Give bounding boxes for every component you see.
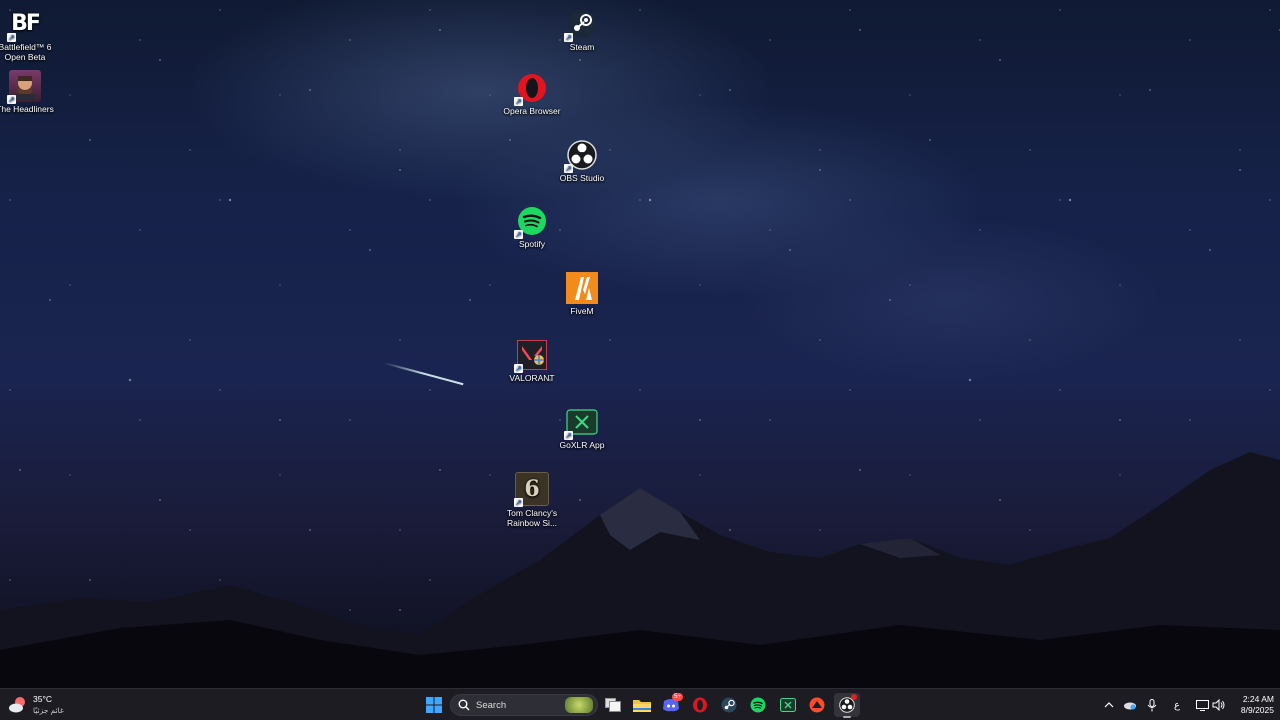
discord-notification-badge: 5+: [672, 693, 683, 701]
taskbar-obs-active[interactable]: [834, 693, 860, 718]
shortcut-arrow-icon: ↗: [514, 498, 523, 507]
taskbar-steam[interactable]: [717, 693, 741, 717]
opera-icon: [693, 697, 707, 713]
taskbar-ea-app[interactable]: [805, 693, 829, 717]
taskbar-spotify[interactable]: [746, 693, 770, 717]
speaker-icon: [1212, 699, 1225, 711]
shortcut-arrow-icon: ↗: [514, 230, 523, 239]
shortcut-arrow-icon: ↗: [564, 164, 573, 173]
clock-date: 8/9/2025: [1240, 705, 1274, 715]
search-placeholder: Search: [476, 699, 507, 711]
desktop: BF ↗ Battlefield™ 6 Open Beta ↗ The Head…: [0, 0, 1280, 688]
shortcut-arrow-icon: ↗: [564, 33, 573, 42]
microphone-icon: [1147, 698, 1157, 711]
tray-onedrive[interactable]: [1121, 693, 1139, 717]
taskbar-search-box[interactable]: Search: [450, 694, 598, 716]
fivem-icon: [566, 272, 598, 304]
shortcut-arrow-icon: ↗: [7, 95, 16, 104]
valorant-icon: ↗: [514, 339, 548, 373]
mountain-range: [0, 452, 1280, 688]
clock-time: 2:24 AM: [1242, 694, 1274, 704]
desktop-icon-label: Steam: [569, 42, 595, 52]
cloud-sync-icon: [1124, 702, 1136, 710]
search-highlight-icon: [565, 697, 593, 713]
desktop-icon-label: VALORANT: [509, 373, 555, 383]
task-view-button[interactable]: [601, 693, 625, 717]
tray-show-hidden-button[interactable]: [1100, 693, 1118, 717]
goxlr-icon: ↗: [564, 406, 598, 440]
desktop-icon-opera[interactable]: ↗ Opera Browser: [497, 72, 567, 116]
desktop-icon-valorant[interactable]: ↗ VALORANT: [497, 339, 567, 383]
shortcut-arrow-icon: ↗: [514, 97, 523, 106]
desktop-icon-label: FiveM: [570, 306, 594, 316]
desktop-icon-label: Battlefield™ 6 Open Beta: [0, 42, 52, 62]
desktop-icon-label: The Headliners: [0, 104, 54, 114]
desktop-icon-fivem[interactable]: FiveM: [547, 272, 617, 316]
weather-description: غائم جزئيًا: [33, 706, 64, 715]
spotify-icon: ↗: [514, 205, 548, 239]
ea-app-icon: [809, 697, 825, 713]
desktop-icon-label: Tom Clancy's Rainbow Si...: [506, 508, 558, 528]
windows-logo-icon: [426, 697, 442, 713]
shortcut-arrow-icon: ↗: [514, 364, 523, 373]
weather-temp: 35°C: [33, 694, 52, 704]
desktop-icon-label: GoXLR App: [559, 440, 605, 450]
folder-icon: [633, 700, 651, 712]
tray-network[interactable]: [1193, 693, 1211, 717]
tray-input-language[interactable]: ع: [1168, 693, 1186, 717]
obs-icon: ↗: [564, 139, 598, 173]
battlefield-icon: BF ↗: [7, 11, 41, 42]
desktop-icon-goxlr[interactable]: ↗ GoXLR App: [547, 406, 617, 450]
taskbar-file-explorer[interactable]: [630, 693, 654, 717]
desktop-icon-steam[interactable]: ↗ Steam: [547, 8, 617, 52]
desktop-icon-battlefield[interactable]: BF ↗ Battlefield™ 6 Open Beta: [0, 8, 60, 63]
weather-widget[interactable]: 35°C غائم جزئيًا: [8, 692, 88, 718]
tray-microphone[interactable]: [1143, 693, 1161, 717]
network-icon: [1195, 699, 1209, 711]
task-view-icon: [605, 698, 621, 712]
shortcut-arrow-icon: ↗: [7, 33, 16, 42]
taskbar-goxlr[interactable]: [776, 693, 800, 717]
tray-clock[interactable]: 2:24 AM 8/9/2025: [1228, 692, 1274, 718]
desktop-icon-label: Opera Browser: [503, 106, 561, 116]
start-button[interactable]: [422, 693, 446, 717]
headliners-icon: ↗: [7, 70, 41, 104]
desktop-icon-spotify[interactable]: ↗ Spotify: [497, 205, 567, 249]
desktop-icon-headliners[interactable]: ↗ The Headliners: [0, 70, 60, 114]
taskbar: 35°C غائم جزئيًا Search 5+ ع 2:24 AM 8/9…: [0, 688, 1280, 720]
steam-icon: [721, 697, 737, 713]
spotify-icon: [750, 697, 766, 713]
taskbar-opera[interactable]: [688, 693, 712, 717]
active-app-underline: [843, 716, 851, 718]
shortcut-arrow-icon: ↗: [564, 431, 573, 440]
tray-volume[interactable]: [1210, 693, 1228, 717]
goxlr-icon: [780, 698, 796, 712]
search-icon: [458, 699, 470, 711]
partly-cloudy-icon: [8, 695, 28, 715]
desktop-icon-label: OBS Studio: [559, 173, 605, 183]
recording-indicator-icon: [851, 694, 857, 700]
taskbar-discord[interactable]: 5+: [659, 693, 683, 717]
rainbow-six-icon: 6 ↗: [514, 472, 549, 507]
desktop-icon-rainbow-six[interactable]: 6 ↗ Tom Clancy's Rainbow Si...: [497, 472, 567, 528]
desktop-icon-label: Spotify: [519, 239, 545, 249]
chevron-up-icon: [1104, 702, 1114, 708]
desktop-icon-obs[interactable]: ↗ OBS Studio: [547, 139, 617, 183]
steam-icon: ↗: [564, 8, 598, 42]
opera-icon: ↗: [514, 72, 548, 106]
